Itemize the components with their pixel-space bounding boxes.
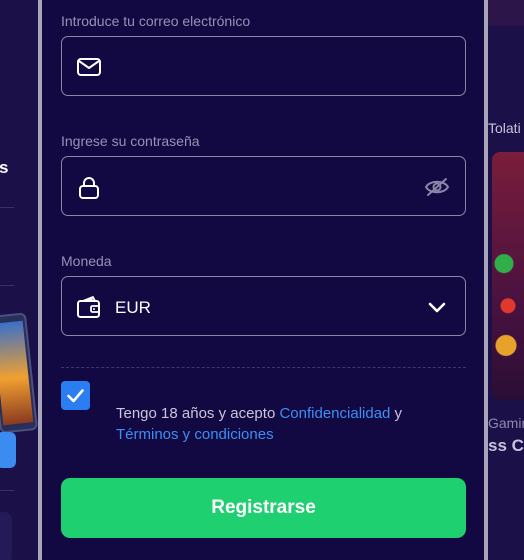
section-divider (61, 367, 466, 368)
background-divider (0, 285, 14, 286)
password-label: Ingrese su contraseña (61, 133, 200, 149)
background-top-bar (488, 0, 524, 26)
background-text-fragment: Gamin (488, 415, 524, 431)
background-right-panel: Tolati Gamin ss C (488, 0, 524, 560)
currency-select[interactable]: EUR (61, 276, 466, 336)
background-game-card-image (492, 152, 524, 400)
terms-text: Tengo 18 años y acepto Confidencialidad … (116, 403, 446, 445)
terms-conditions-link[interactable]: Términos y condiciones (116, 426, 274, 443)
lock-icon (79, 177, 99, 199)
background-text-fragment: Tolati (488, 120, 521, 136)
mail-icon (77, 58, 101, 76)
email-field[interactable] (61, 36, 466, 96)
wallet-icon (77, 296, 100, 318)
background-blue-button (0, 432, 16, 468)
eye-off-icon[interactable] (425, 177, 449, 197)
currency-selected-value: EUR (115, 298, 151, 317)
background-phone-promo-image (0, 312, 38, 434)
register-button[interactable]: Registrarse (61, 478, 466, 538)
terms-joiner: y (390, 405, 403, 422)
chevron-down-icon[interactable] (425, 297, 449, 317)
registration-modal: Introduce tu correo electrónico Ingrese … (38, 0, 488, 560)
terms-prefix: Tengo 18 años y acepto (116, 405, 280, 422)
background-left-panel: s (0, 0, 38, 560)
email-input[interactable] (114, 37, 414, 95)
checkmark-icon (67, 389, 84, 403)
password-input[interactable] (114, 157, 414, 215)
password-field[interactable] (61, 156, 466, 216)
background-text-fragment: s (0, 158, 9, 177)
background-divider (0, 207, 14, 208)
privacy-link[interactable]: Confidencialidad (279, 405, 390, 422)
email-label: Introduce tu correo electrónico (61, 13, 251, 29)
background-card (0, 512, 12, 560)
terms-checkbox[interactable] (61, 381, 90, 410)
background-divider (0, 490, 14, 491)
currency-label: Moneda (61, 253, 112, 269)
background-text-fragment: ss C (488, 436, 524, 455)
